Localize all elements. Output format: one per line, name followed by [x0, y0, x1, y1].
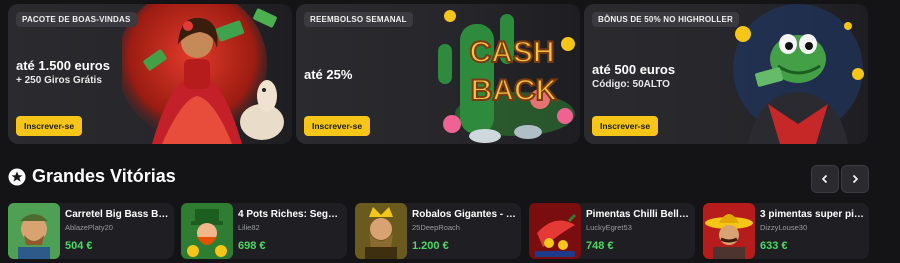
signup-button[interactable]: Inscrever-se: [16, 116, 83, 136]
leprechaun-thumbnail-art: [181, 203, 233, 259]
winner-username: LuckyEgret53: [586, 223, 632, 232]
win-amount: 748 €: [586, 240, 614, 252]
win-amount: 698 €: [238, 240, 266, 252]
promo-card-cashback[interactable]: CASH BACK REEMBOLSO SEMANAL até 25% Insc…: [296, 4, 580, 144]
promo-card-welcome[interactable]: PACOTE DE BOAS-VINDAS até 1.500 euros + …: [8, 4, 292, 144]
promo-headline: até 25%: [304, 67, 353, 82]
game-title: Carretel Big Bass Bo...: [65, 209, 171, 220]
win-amount: 633 €: [760, 240, 788, 252]
win-card[interactable]: 4 Pots Riches: Segur... Lilie82 698 €: [181, 203, 347, 259]
signup-button[interactable]: Inscrever-se: [592, 116, 659, 136]
game-thumbnail: [703, 203, 755, 259]
signup-button[interactable]: Inscrever-se: [304, 116, 371, 136]
fisherman-thumbnail-art: [8, 203, 60, 259]
game-title: Robalos Gigantes - S...: [412, 209, 518, 220]
back-art-text: BACK: [471, 74, 558, 107]
cashback-cactus-illustration: CASH BACK: [438, 10, 575, 143]
promo-headline: até 1.500 euros: [16, 58, 110, 73]
winner-username: DizzyLouse30: [760, 223, 808, 232]
star-badge-icon: [8, 168, 26, 185]
big-wins-header: Grandes Vitórias: [8, 166, 176, 187]
carousel-prev-button[interactable]: [811, 165, 839, 193]
game-thumbnail: [355, 203, 407, 259]
winner-username: 25DeepRoach: [412, 223, 460, 232]
game-title: Pimentas Chilli Bells 1...: [586, 209, 692, 220]
king-thumbnail-art: [355, 203, 407, 259]
chilli-bells-thumbnail-art: [529, 203, 581, 259]
chevron-left-icon: [821, 174, 828, 184]
win-card[interactable]: Robalos Gigantes - S... 25DeepRoach 1.20…: [355, 203, 521, 259]
chevron-right-icon: [852, 174, 859, 184]
win-amount: 1.200 €: [412, 240, 449, 252]
win-amount: 504 €: [65, 240, 93, 252]
promo-subline: Código: 50ALTO: [592, 79, 670, 90]
game-thumbnail: [8, 203, 60, 259]
win-card[interactable]: Pimentas Chilli Bells 1... LuckyEgret53 …: [529, 203, 695, 259]
game-title: 4 Pots Riches: Segur...: [238, 209, 344, 220]
promo-badge: PACOTE DE BOAS-VINDAS: [16, 12, 137, 27]
promo-headline: até 500 euros: [592, 62, 676, 77]
promo-badge: BÔNUS DE 50% NO HIGHROLLER: [592, 12, 739, 27]
game-title: 3 pimentas super pic...: [760, 209, 866, 220]
winner-username: AblazePlaty20: [65, 223, 113, 232]
promo-badge: REEMBOLSO SEMANAL: [304, 12, 413, 27]
win-card[interactable]: 3 pimentas super pic... DizzyLouse30 633…: [703, 203, 869, 259]
sombrero-thumbnail-art: [703, 203, 755, 259]
winner-username: Lilie82: [238, 223, 260, 232]
game-thumbnail: [181, 203, 233, 259]
promo-subline: + 250 Giros Grátis: [16, 75, 102, 86]
carousel-next-button[interactable]: [841, 165, 869, 193]
section-title: Grandes Vitórias: [32, 166, 176, 186]
game-thumbnail: [529, 203, 581, 259]
cash-art-text: CASH: [469, 36, 554, 69]
win-card[interactable]: Carretel Big Bass Bo... AblazePlaty20 50…: [8, 203, 174, 259]
promo-card-highroller[interactable]: BÔNUS DE 50% NO HIGHROLLER até 500 euros…: [584, 4, 868, 144]
flamenco-dancer-illustration: [122, 4, 284, 144]
